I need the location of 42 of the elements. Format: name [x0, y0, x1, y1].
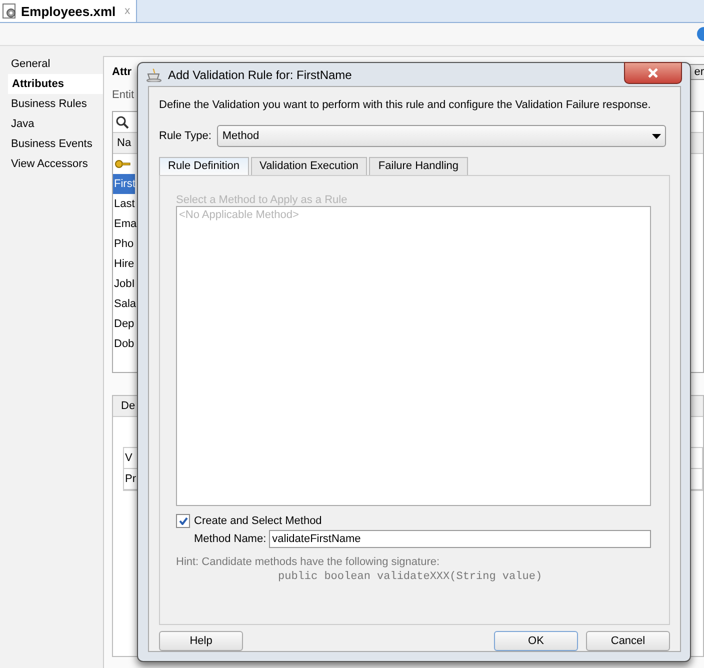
ok-button[interactable]: OK	[494, 631, 578, 651]
tab[interactable]: Failure Handling	[369, 157, 468, 175]
nav-item[interactable]: Attributes	[8, 74, 103, 94]
table-row[interactable]: Hire	[113, 254, 135, 274]
close-button[interactable]	[624, 62, 682, 84]
nav-item[interactable]: Business Rules	[0, 94, 103, 114]
method-name-field[interactable]: validateFirstName	[269, 530, 651, 548]
list-label: Select a Method to Apply as a Rule	[176, 194, 348, 206]
search-icon[interactable]	[116, 116, 129, 128]
nav-item[interactable]: Business Events	[0, 134, 103, 154]
field-label: Method Name:	[194, 533, 266, 545]
caret-icon	[652, 134, 661, 138]
dialog-title: Add Validation Rule for: FirstName	[168, 68, 352, 82]
close-icon	[647, 68, 659, 78]
signature-text: public boolean validateXXX(String value)	[277, 571, 544, 583]
table-row[interactable]: First	[113, 174, 135, 194]
tab[interactable]: Rule Definition	[159, 157, 249, 175]
nav-item[interactable]: View Accessors	[0, 154, 103, 174]
checkbox[interactable]	[176, 514, 190, 528]
rule-type-dropdown[interactable]: Method	[217, 125, 666, 147]
help-button[interactable]: Help	[159, 631, 243, 651]
hint-text: Hint: Candidate methods have the following signature:	[176, 556, 441, 568]
table-row[interactable]: Dep	[113, 314, 135, 334]
cup-icon	[146, 68, 162, 82]
section-heading: Attr	[112, 66, 132, 78]
table-row[interactable]: Pho	[113, 234, 135, 254]
field-label: Rule Type:	[159, 130, 212, 142]
table-row[interactable]: Ema	[113, 214, 135, 234]
nav-item[interactable]: General	[0, 54, 103, 74]
cancel-button[interactable]: Cancel	[586, 631, 670, 651]
description-text: Define the Validation you want to perform with this rule and configure the Validation Failure response.	[159, 99, 652, 111]
file-gear-icon	[2, 3, 18, 19]
table-row[interactable]: Dob	[113, 334, 135, 354]
checkbox-label[interactable]: Create and Select Method	[194, 515, 322, 527]
key-icon	[115, 159, 131, 169]
table-row[interactable]: JobI	[113, 274, 135, 294]
table-row[interactable]: Last	[113, 194, 135, 214]
editor-tab[interactable]: Employees.xml x	[0, 0, 138, 22]
tab[interactable]: Validation Execution	[250, 157, 368, 175]
table-row[interactable]: Sala	[113, 294, 135, 314]
section-subtitle: Entit	[112, 88, 134, 103]
nav-item[interactable]: Java	[0, 114, 103, 134]
